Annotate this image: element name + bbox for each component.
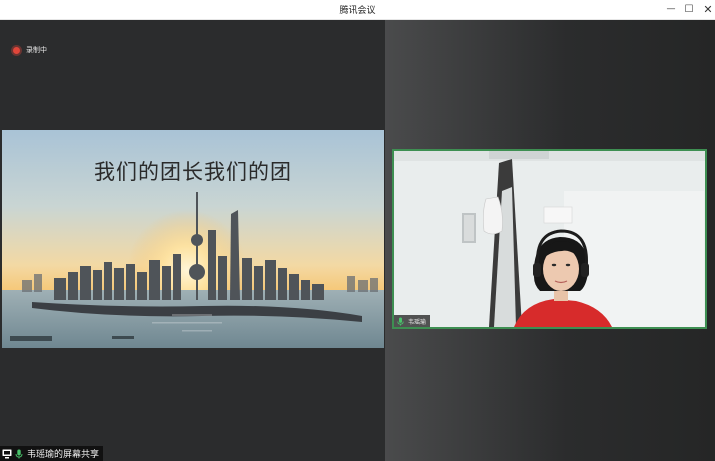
recording-indicator[interactable]: 录制中 — [13, 45, 47, 55]
close-button[interactable]: ✕ — [698, 1, 715, 18]
window-titlebar: 腾讯会议 — ☐ ✕ — [0, 0, 715, 20]
participant-video-image — [394, 151, 705, 327]
recording-dot-icon — [13, 46, 20, 54]
microphone-icon — [15, 449, 23, 458]
microphone-icon — [397, 316, 404, 326]
shared-screen-pane: 录制中 我们的团长我们的团 韦瑶瑜的屏幕共享 — [0, 20, 385, 461]
participant-name: 韦瑶瑜 — [408, 318, 427, 326]
slide-title: 我们的团长我们的团 — [94, 160, 292, 184]
sharer-label: 韦瑶瑜的屏幕共享 — [27, 450, 100, 460]
minimize-button[interactable]: — — [661, 1, 681, 18]
recording-label: 录制中 — [26, 46, 47, 54]
screen-share-label: 韦瑶瑜的屏幕共享 — [0, 446, 104, 461]
window-title: 腾讯会议 — [339, 6, 376, 16]
participant-name-tag: 韦瑶瑜 — [394, 315, 431, 327]
screen-share-icon — [2, 449, 12, 458]
maximize-button[interactable]: ☐ — [679, 1, 699, 18]
participant-video-tile[interactable]: 韦瑶瑜 — [392, 149, 707, 329]
shared-slide: 我们的团长我们的团 — [2, 130, 384, 348]
participant-pane: 韦瑶瑜 — [385, 20, 715, 461]
